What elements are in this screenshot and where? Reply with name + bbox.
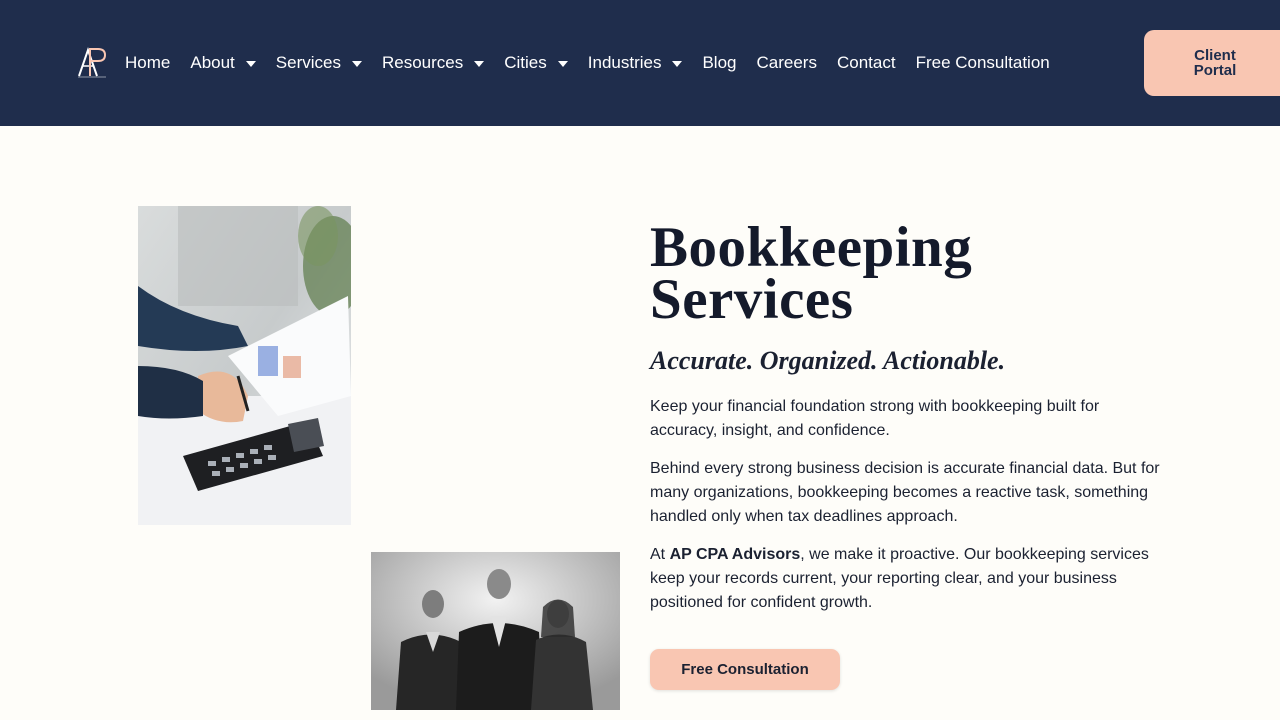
caret-down-icon: [672, 61, 683, 67]
brand-paragraph: At AP CPA Advisors, we make it proactive…: [650, 543, 1170, 615]
calculator-photo: [138, 206, 351, 525]
brand-logo[interactable]: [76, 46, 108, 78]
team-photo: [371, 552, 620, 710]
nav-cities-label: Cities: [504, 53, 547, 72]
caret-down-icon: [474, 61, 485, 67]
nav-industries-label: Industries: [587, 53, 662, 72]
client-portal-line2: Portal: [1193, 62, 1237, 79]
nav-services[interactable]: Services: [276, 53, 362, 73]
client-portal-button[interactable]: Client Portal: [1144, 30, 1280, 96]
nav-resources[interactable]: Resources: [381, 53, 485, 73]
site-header: Home About Services Resources Cities Ind…: [0, 0, 1280, 126]
free-consultation-button[interactable]: Free Consultation: [650, 649, 840, 690]
intro-paragraph: Keep your financial foundation strong wi…: [650, 398, 1100, 439]
nav-careers[interactable]: Careers: [757, 53, 817, 73]
client-portal-line1: Client: [1194, 47, 1236, 64]
nav-cities[interactable]: Cities: [504, 53, 568, 73]
nav-about[interactable]: About: [190, 53, 256, 73]
nav-contact-label: Contact: [836, 53, 896, 72]
nav-industries[interactable]: Industries: [588, 53, 683, 73]
caret-down-icon: [351, 61, 362, 67]
nav-about-label: About: [190, 53, 235, 72]
brand-name: AP CPA Advisors: [669, 546, 801, 563]
nav-home[interactable]: Home: [125, 53, 170, 73]
context-paragraph: Behind every strong business decision is…: [650, 460, 1160, 525]
page-subtitle: Accurate. Organized. Actionable.: [650, 346, 1006, 375]
nav-home-label: Home: [125, 53, 171, 72]
nav-free-consultation[interactable]: Free Consultation: [916, 53, 1050, 73]
brand-paragraph-prefix: At: [650, 546, 670, 563]
logo-mark-icon: [78, 46, 107, 78]
nav-services-label: Services: [275, 53, 341, 72]
nav-contact[interactable]: Contact: [837, 53, 896, 73]
nav-blog[interactable]: Blog: [702, 53, 736, 73]
nav-blog-label: Blog: [702, 53, 737, 72]
caret-down-icon: [557, 61, 568, 67]
main-nav: Home About Services Resources Cities Ind…: [125, 50, 1070, 76]
nav-careers-label: Careers: [756, 53, 817, 72]
caret-down-icon: [245, 61, 256, 67]
page-title: Bookkeeping Services: [650, 219, 972, 328]
nav-free-consultation-label: Free Consultation: [915, 53, 1050, 72]
nav-resources-label: Resources: [381, 53, 464, 72]
title-line2: Services: [650, 268, 854, 331]
